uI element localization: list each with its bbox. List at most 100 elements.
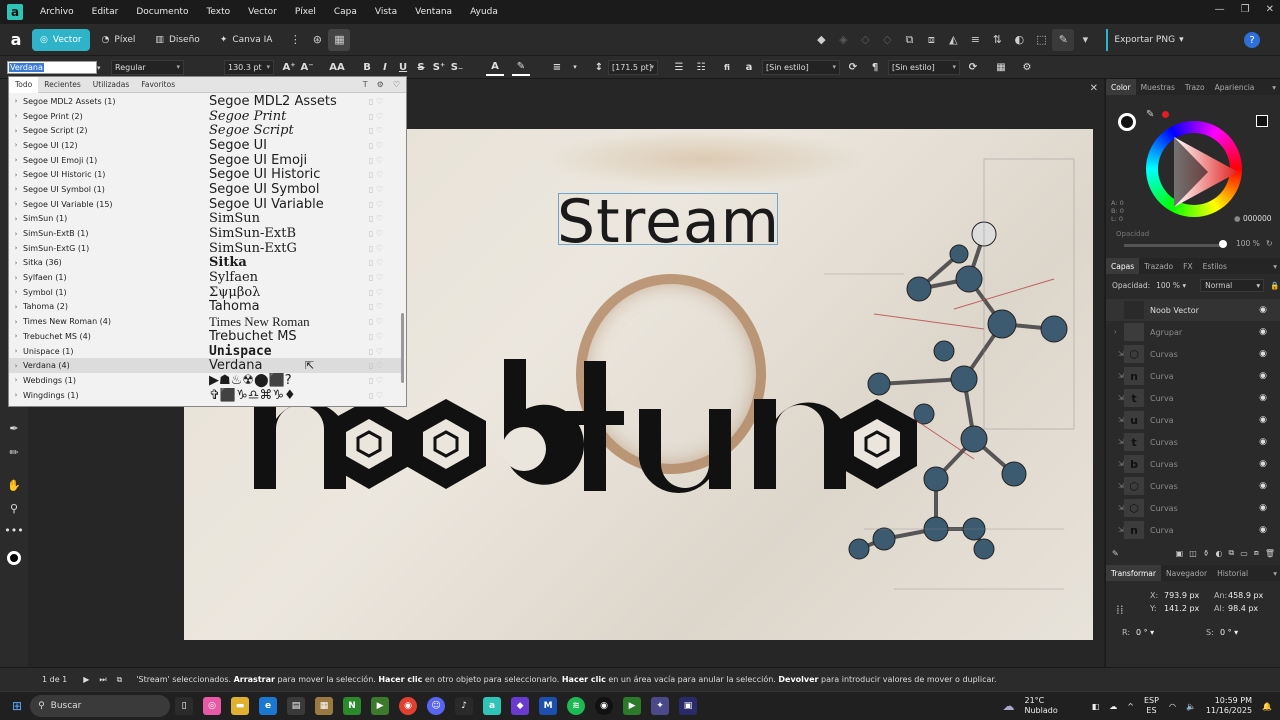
expand-chevron-icon[interactable]: › — [9, 303, 23, 311]
menu-editar[interactable]: Editar — [83, 7, 128, 17]
font-style-select[interactable]: Regular ▾ — [111, 59, 184, 75]
app8-icon[interactable]: ▣ — [679, 697, 698, 715]
blend-mode-select[interactable]: Normal ▾ — [1200, 279, 1265, 292]
visibility-eye-icon[interactable]: ◉ — [1259, 437, 1267, 447]
tab-fx[interactable]: FX — [1178, 262, 1197, 271]
font-list-item[interactable]: › Segoe UI Historic (1) Segoe UI Historic ▯… — [9, 167, 401, 182]
expand-chevron-icon[interactable]: › — [9, 156, 23, 164]
copilot-icon[interactable]: ◎ — [203, 697, 222, 715]
font-list-item[interactable]: › Symbol (1) Σψμβολ ▯ ♡ — [9, 285, 401, 300]
favorite-heart-icon[interactable]: ▯ ♡ — [369, 302, 383, 311]
expand-chevron-icon[interactable]: › — [9, 376, 23, 384]
layer-expand-icon[interactable]: › — [1114, 328, 1117, 336]
help-button[interactable]: ? — [1244, 32, 1260, 48]
font-search-input[interactable]: Verdana — [7, 61, 97, 74]
spotify-icon[interactable]: ≋ — [567, 697, 586, 715]
font-list-item[interactable]: › Segoe UI (12) Segoe UI ▯ ♡ — [9, 138, 401, 153]
expand-chevron-icon[interactable]: › — [9, 318, 23, 326]
group-icon[interactable]: ⧉ — [898, 29, 920, 51]
menu-pixel[interactable]: Píxel — [286, 7, 325, 17]
distribute-icon[interactable]: ≡ — [964, 29, 986, 51]
chevron-down-icon[interactable]: ▾ — [1273, 262, 1280, 271]
flip-icon[interactable]: ◭ — [942, 29, 964, 51]
expand-chevron-icon[interactable]: › — [9, 391, 23, 399]
chrome-icon[interactable]: ◉ — [399, 697, 418, 715]
favorite-heart-icon[interactable]: ▯ ♡ — [369, 376, 383, 385]
font-list-item[interactable]: › Webdings (1) ▶☗♨☢⬤⬛? ▯ ♡ — [9, 373, 401, 388]
visibility-eye-icon[interactable]: ◉ — [1259, 525, 1267, 535]
visibility-eye-icon[interactable]: ◉ — [1259, 327, 1267, 337]
text-filter-icon[interactable]: T — [363, 80, 368, 89]
app7-icon[interactable]: ✦ — [651, 697, 670, 715]
app6-icon[interactable]: ▶ — [623, 697, 642, 715]
scrollbar[interactable] — [401, 313, 404, 383]
lock-icon[interactable]: 🔒 — [1270, 281, 1279, 290]
store-icon[interactable]: ▤ — [287, 697, 306, 715]
duplicate-icon[interactable]: ⧈ — [1254, 548, 1259, 558]
expand-chevron-icon[interactable]: › — [9, 244, 23, 252]
font-list-item[interactable]: › Trebuchet MS (4) Trebuchet MS ▯ ♡ — [9, 329, 401, 344]
font-list-item[interactable]: › Sitka (36) Sitka ▯ ♡ — [9, 255, 401, 270]
fill-swatch[interactable] — [1118, 113, 1136, 131]
favorite-heart-icon[interactable]: ▯ ♡ — [369, 332, 383, 341]
affinity-icon[interactable]: a — [483, 697, 502, 715]
visibility-eye-icon[interactable]: ◉ — [1259, 393, 1267, 403]
menu-documento[interactable]: Documento — [127, 7, 197, 17]
nvidia-icon[interactable]: N — [343, 697, 362, 715]
underline-button[interactable]: U — [394, 58, 412, 76]
highlight-color-icon[interactable]: ✎ — [512, 58, 530, 76]
pen-icon[interactable]: ✎ — [1052, 28, 1075, 51]
tab-navigator[interactable]: Navegador — [1161, 569, 1212, 578]
font-list-item[interactable]: › Verdana (4) Verdana ▯ ♡ — [9, 358, 401, 373]
expand-chevron-icon[interactable]: › — [9, 274, 23, 282]
menu-ventana[interactable]: Ventana — [406, 7, 461, 17]
settings-icon[interactable]: ⚙ — [377, 80, 384, 89]
more-icon[interactable]: ⋮ — [284, 29, 306, 51]
layer-expand-icon[interactable]: ⇲ — [1118, 372, 1124, 380]
favorite-heart-icon[interactable]: ▯ ♡ — [369, 229, 383, 238]
layer-row[interactable]: › Agrupar ◉ — [1106, 321, 1280, 343]
wifi-icon[interactable]: ◠ — [1169, 702, 1176, 711]
tab-appearance[interactable]: Apariencia — [1210, 83, 1260, 92]
font-list-item[interactable]: › Segoe Script (2) Segoe Script ▯ ♡ — [9, 123, 401, 138]
visibility-eye-icon[interactable]: ◉ — [1259, 415, 1267, 425]
tab-history[interactable]: Historial — [1212, 569, 1253, 578]
language[interactable]: ESP ES — [1144, 696, 1159, 716]
tab-stroke[interactable]: Trazo — [1180, 83, 1210, 92]
hex-value[interactable]: ● 000000 — [1234, 214, 1272, 223]
menu-vista[interactable]: Vista — [366, 7, 406, 17]
width-field[interactable]: 458.9 px — [1228, 591, 1268, 600]
page-nav-last-icon[interactable]: ⏭ — [99, 675, 106, 685]
fill-stroke-toggle[interactable] — [1256, 115, 1268, 127]
notification-icon[interactable]: 🔔 — [1262, 702, 1272, 711]
favorite-heart-icon[interactable]: ▯ ♡ — [369, 273, 383, 282]
bullet-list-icon[interactable]: ☰ — [670, 58, 688, 76]
chevron-down-icon[interactable]: ▾ — [1273, 569, 1280, 578]
expand-chevron-icon[interactable]: › — [9, 141, 23, 149]
favorite-heart-icon[interactable]: ▯ ♡ — [369, 258, 383, 267]
font-size-field[interactable]: 130.3 pt ▾ — [224, 59, 274, 75]
font-list-item[interactable]: › Wingdings (1) ✞⬛♑♎⌘♑♦ ▯ ♡ — [9, 388, 401, 403]
layer-row[interactable]: ⇲ n Curva ◉ — [1106, 519, 1280, 541]
menu-archivo[interactable]: Archivo — [31, 7, 83, 17]
favorite-filter-icon[interactable]: ♡ — [393, 80, 400, 89]
persona-pixel[interactable]: ◔ Píxel — [94, 29, 144, 51]
layer-row[interactable]: ⇲ n Curva ◉ — [1106, 365, 1280, 387]
layer-expand-icon[interactable]: ⇲ — [1118, 526, 1124, 534]
favorite-heart-icon[interactable]: ▯ ♡ — [369, 317, 383, 326]
char-style-select[interactable]: [Sin estilo] ▾ — [762, 59, 840, 75]
persona-vector[interactable]: ◎ Vector — [32, 28, 90, 51]
edge-icon[interactable]: e — [259, 697, 278, 715]
superscript-button[interactable]: S⁺ — [430, 58, 448, 76]
tab-swatches[interactable]: Muestras — [1136, 83, 1180, 92]
font-list-item[interactable]: › Segoe Print (2) Segoe Print ▯ ♡ — [9, 109, 401, 124]
expand-chevron-icon[interactable]: › — [9, 112, 23, 120]
tab-path[interactable]: Trazado — [1139, 262, 1178, 271]
bold-button[interactable]: B — [358, 58, 376, 76]
strikethrough-button[interactable]: S — [412, 58, 430, 76]
menu-capa[interactable]: Capa — [325, 7, 366, 17]
layer-opacity-field[interactable]: 100 % ▾ — [1156, 281, 1186, 290]
chevron-down-icon[interactable]: ▾ — [566, 58, 584, 76]
studio-icon[interactable]: a — [5, 30, 27, 49]
favorite-heart-icon[interactable]: ▯ ♡ — [369, 185, 383, 194]
